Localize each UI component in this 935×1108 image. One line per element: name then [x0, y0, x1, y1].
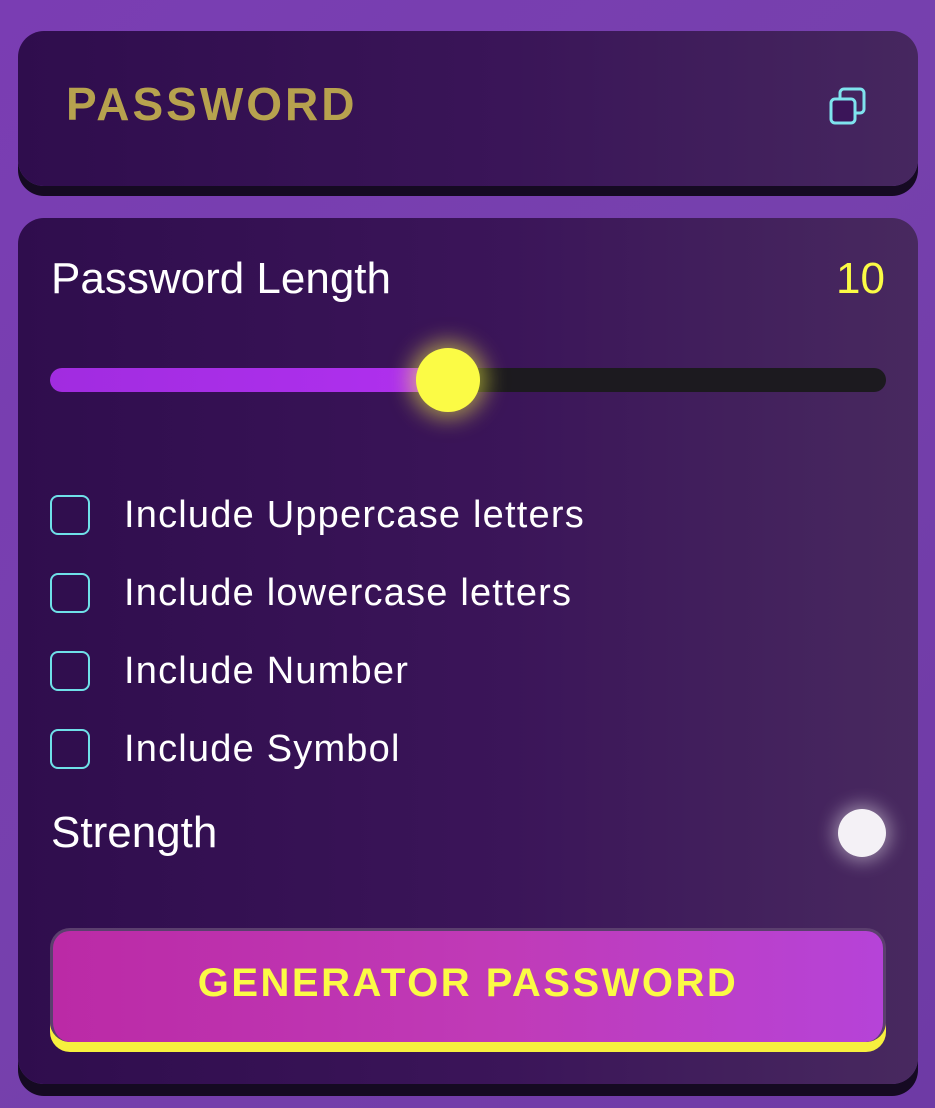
strength-label: Strength — [51, 808, 218, 857]
option-number[interactable]: Include Number — [50, 632, 585, 710]
generate-password-label: GENERATOR PASSWORD — [197, 961, 739, 1005]
lowercase-checkbox[interactable] — [50, 573, 90, 613]
symbol-checkbox[interactable] — [50, 729, 90, 769]
length-slider-thumb[interactable] — [415, 348, 480, 412]
strength-row: Strength — [51, 808, 886, 858]
strength-indicator — [838, 809, 886, 857]
uppercase-checkbox[interactable] — [50, 495, 90, 535]
password-length-label: Password Length — [51, 254, 391, 303]
number-label: Include Number — [124, 649, 410, 692]
password-display: PASSWORD — [18, 31, 918, 186]
copy-icon — [829, 87, 866, 124]
generate-password-button[interactable]: GENERATOR PASSWORD — [50, 928, 886, 1042]
length-row: Password Length 10 — [51, 254, 885, 304]
symbol-label: Include Symbol — [124, 727, 401, 770]
option-lowercase[interactable]: Include lowercase letters — [50, 554, 585, 632]
password-length-value: 10 — [836, 254, 885, 303]
settings-panel: Password Length 10 Include Uppercase let… — [18, 218, 918, 1084]
length-slider-fill — [50, 368, 448, 392]
password-text: PASSWORD — [66, 77, 358, 130]
options-list: Include Uppercase letters Include lowerc… — [50, 476, 585, 788]
lowercase-label: Include lowercase letters — [124, 571, 573, 614]
number-checkbox[interactable] — [50, 651, 90, 691]
option-uppercase[interactable]: Include Uppercase letters — [50, 476, 585, 554]
uppercase-label: Include Uppercase letters — [124, 493, 585, 536]
copy-button[interactable] — [826, 85, 870, 129]
option-symbol[interactable]: Include Symbol — [50, 710, 585, 788]
length-slider[interactable] — [50, 348, 886, 412]
